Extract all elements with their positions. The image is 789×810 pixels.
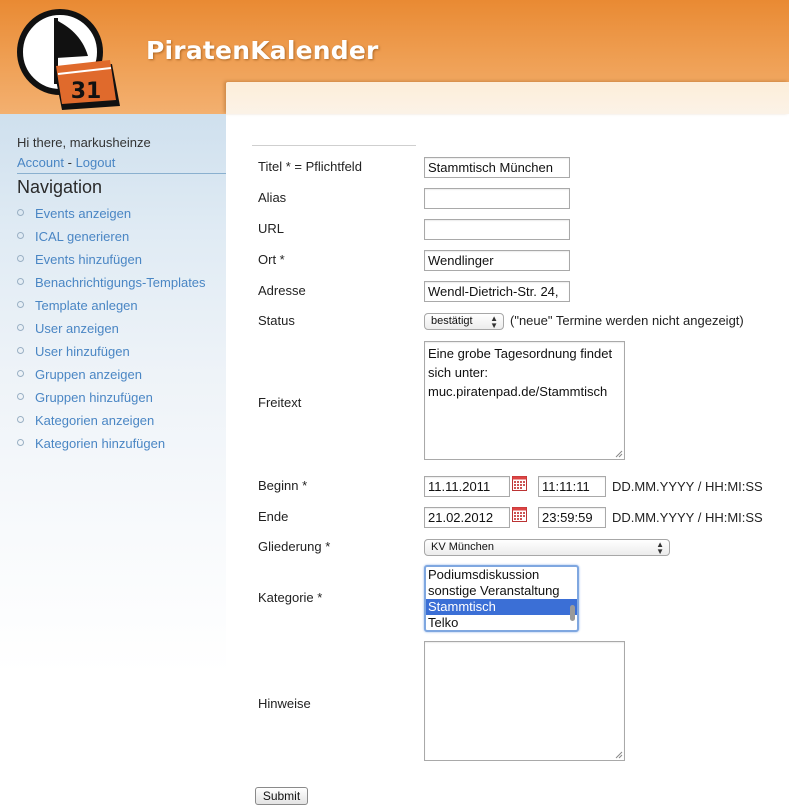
resize-grip-icon[interactable] <box>615 751 623 759</box>
ende-date-input[interactable]: 21.02.2012 <box>424 507 510 528</box>
logout-link[interactable]: Logout <box>76 155 116 170</box>
content-top-band <box>226 82 789 114</box>
user-greeting: Hi there, markusheinze <box>17 135 151 150</box>
bullet-icon <box>17 301 24 308</box>
nav-item-events-anzeigen[interactable]: Events anzeigen <box>17 205 206 228</box>
title-input[interactable]: Stammtisch München <box>424 157 570 178</box>
nav-item-benachrichtigungs-templates[interactable]: Benachrichtigungs-Templates <box>17 274 206 297</box>
adresse-label: Adresse <box>258 283 306 298</box>
status-select[interactable]: bestätigt ▲ ▼ <box>424 313 504 330</box>
svg-text:31: 31 <box>71 79 102 104</box>
hinweise-textarea[interactable] <box>424 641 625 761</box>
status-hint: ("neue" Termine werden nicht angezeigt) <box>510 313 744 328</box>
bullet-icon <box>17 370 24 377</box>
bullet-icon <box>17 255 24 262</box>
kategorie-listbox[interactable]: Podiumsdiskussion sonstige Veranstaltung… <box>424 565 579 632</box>
beginn-time-input[interactable]: 11:11:11 <box>538 476 606 497</box>
beginn-format-hint: DD.MM.YYYY / HH:MI:SS <box>612 479 763 494</box>
bullet-icon <box>17 232 24 239</box>
listbox-scrollbar-thumb[interactable] <box>570 605 575 621</box>
beginn-label: Beginn * <box>258 478 308 493</box>
page-header: 31 PiratenKalender <box>0 0 789 114</box>
nav-item-template-anlegen[interactable]: Template anlegen <box>17 297 206 320</box>
bullet-icon <box>17 416 24 423</box>
submit-button[interactable]: Submit <box>255 787 308 805</box>
bullet-icon <box>17 209 24 216</box>
navigation-heading: Navigation <box>17 173 226 198</box>
title-label: Titel * = Pflichtfeld <box>258 159 362 174</box>
kategorie-option[interactable]: Podiumsdiskussion <box>426 567 577 583</box>
nav-item-kategorien-hinzufuegen[interactable]: Kategorien hinzufügen <box>17 435 206 458</box>
nav-item-user-anzeigen[interactable]: User anzeigen <box>17 320 206 343</box>
sidebar: Hi there, markusheinze Account - Logout … <box>0 114 226 810</box>
account-links: Account - Logout <box>17 155 115 170</box>
status-label: Status <box>258 313 295 328</box>
calendar-icon[interactable] <box>512 507 527 522</box>
hinweise-label: Hinweise <box>258 696 311 711</box>
resize-grip-icon[interactable] <box>615 450 623 458</box>
freitext-textarea[interactable]: Eine grobe Tagesordnung findet sich unte… <box>424 341 625 460</box>
select-arrows-icon: ▲ ▼ <box>490 313 498 330</box>
calendar-icon[interactable] <box>512 476 527 491</box>
url-input[interactable] <box>424 219 570 240</box>
link-separator: - <box>67 155 72 170</box>
kategorie-option[interactable]: Telko <box>426 615 577 630</box>
select-arrows-icon: ▲ ▼ <box>656 539 664 556</box>
pirate-calendar-logo-icon[interactable]: 31 <box>16 8 128 112</box>
navigation-list: Events anzeigen ICAL generieren Events h… <box>17 205 206 458</box>
alias-input[interactable] <box>424 188 570 209</box>
ende-format-hint: DD.MM.YYYY / HH:MI:SS <box>612 510 763 525</box>
kategorie-option[interactable]: sonstige Veranstaltung <box>426 583 577 599</box>
nav-item-gruppen-anzeigen[interactable]: Gruppen anzeigen <box>17 366 206 389</box>
ende-label: Ende <box>258 509 289 524</box>
bullet-icon <box>17 393 24 400</box>
nav-item-gruppen-hinzufuegen[interactable]: Gruppen hinzufügen <box>17 389 206 412</box>
account-link[interactable]: Account <box>17 155 64 170</box>
alias-label: Alias <box>258 190 287 205</box>
ende-time-input[interactable]: 23:59:59 <box>538 507 606 528</box>
gliederung-select[interactable]: KV München ▲ ▼ <box>424 539 670 556</box>
beginn-date-input[interactable]: 11.11.2011 <box>424 476 510 497</box>
freitext-label: Freitext <box>258 395 302 410</box>
gliederung-label: Gliederung * <box>258 539 331 554</box>
adresse-input[interactable]: Wendl-Dietrich-Str. 24, <box>424 281 570 302</box>
ort-input[interactable]: Wendlinger <box>424 250 570 271</box>
bullet-icon <box>17 347 24 354</box>
bullet-icon <box>17 278 24 285</box>
kategorie-label: Kategorie * <box>258 590 323 605</box>
url-label: URL <box>258 221 285 236</box>
nav-item-user-hinzufuegen[interactable]: User hinzufügen <box>17 343 206 366</box>
nav-item-ical-generieren[interactable]: ICAL generieren <box>17 228 206 251</box>
bullet-icon <box>17 439 24 446</box>
bullet-icon <box>17 324 24 331</box>
site-title: PiratenKalender <box>146 36 379 65</box>
nav-item-kategorien-anzeigen[interactable]: Kategorien anzeigen <box>17 412 206 435</box>
form-divider <box>252 145 416 146</box>
ort-label: Ort * <box>258 252 285 267</box>
nav-item-events-hinzufuegen[interactable]: Events hinzufügen <box>17 251 206 274</box>
kategorie-option-selected[interactable]: Stammtisch <box>426 599 577 615</box>
